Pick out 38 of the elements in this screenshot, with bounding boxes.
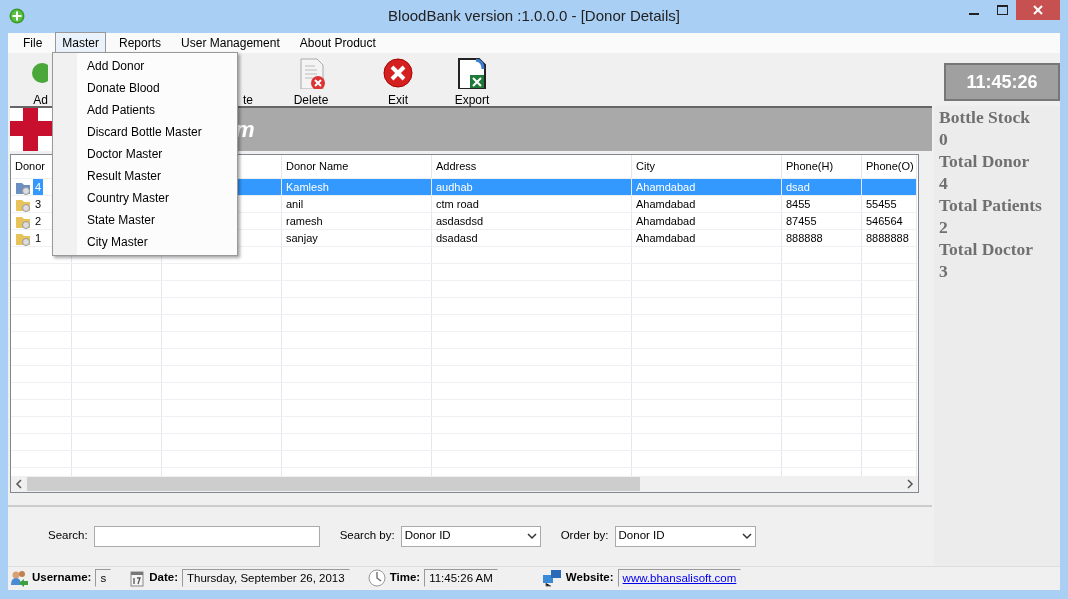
table-cell: 55455 bbox=[862, 196, 917, 213]
table-cell: audhab bbox=[432, 179, 632, 196]
status-label: Website: bbox=[565, 569, 614, 585]
table-cell: 8455 bbox=[782, 196, 862, 213]
field-label: Order by: bbox=[560, 528, 609, 544]
stat-label: Total Doctor bbox=[939, 238, 1035, 260]
status-label: Username: bbox=[32, 569, 92, 585]
stat-value: 3 bbox=[939, 260, 949, 282]
field-label: Search: bbox=[48, 528, 88, 544]
table-cell: Ahamdabad bbox=[632, 213, 782, 230]
table-cell: Ahamdabad bbox=[632, 196, 782, 213]
table-cell: ctm road bbox=[432, 196, 632, 213]
table-cell-text: 3 bbox=[34, 196, 43, 212]
status-value: Thursday, September 26, 2013 bbox=[181, 568, 350, 587]
table-cell: asdasdsd bbox=[432, 213, 632, 230]
table-cell: ramesh bbox=[282, 213, 432, 230]
table-cell: anil bbox=[282, 196, 432, 213]
table-cell-text: 2 bbox=[34, 213, 43, 229]
table-cell: 87455 bbox=[782, 213, 862, 230]
window-title: BloodBank version :1.0.0.0 - [Donor Details] bbox=[388, 7, 680, 24]
stat-label: Total Patients bbox=[939, 194, 1043, 216]
table-cell-text: 1 bbox=[34, 230, 43, 246]
clock-display: 11:45:26 bbox=[944, 63, 1060, 101]
table-cell: 546564 bbox=[862, 213, 917, 230]
status-label: Time: bbox=[389, 569, 421, 585]
status-value: s bbox=[95, 568, 112, 587]
status-value: 11:45:26 AM bbox=[424, 568, 498, 587]
table-cell: 4 bbox=[33, 179, 44, 195]
stat-label: Total Donor bbox=[939, 150, 1031, 172]
table-cell: Ahamdabad bbox=[632, 179, 782, 196]
stat-value: 0 bbox=[939, 128, 949, 150]
table-cell: Kamlesh bbox=[282, 179, 432, 196]
status-label: Date: bbox=[149, 569, 178, 585]
table-cell: dsad bbox=[782, 179, 862, 196]
stat-value: 4 bbox=[939, 172, 949, 194]
stat-label: Bottle Stock bbox=[939, 106, 1031, 128]
stat-value: 2 bbox=[939, 216, 949, 238]
field-label: Search by: bbox=[339, 528, 395, 544]
